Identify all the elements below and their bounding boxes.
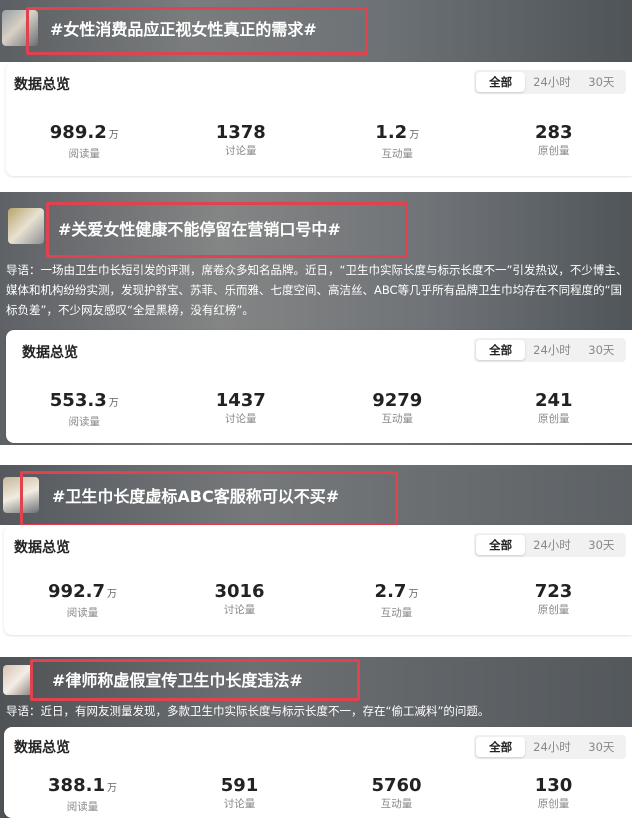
stat-discuss: 1378 讨论量	[163, 122, 320, 161]
original-label: 原创量	[537, 798, 570, 810]
stat-interact: 2.7 万互动量	[318, 581, 475, 620]
stat-original: 241 原创量	[476, 390, 632, 429]
tab-24h[interactable]: 24小时	[527, 70, 576, 94]
discuss-label: 讨论量	[223, 604, 256, 616]
topic-intro: 导语：一场由卫生巾长短引发的评测，席卷众多知名品牌。近日，“卫生巾实际长度与标示…	[6, 263, 628, 317]
topic-panel-2: #关爱女性健康不能停留在营销口号中# 导语：一场由卫生巾长短引发的评测，席卷众多…	[0, 192, 632, 445]
tab-all[interactable]: 全部	[476, 72, 526, 92]
discuss-label: 讨论量	[225, 413, 257, 425]
stats-row: 553.3 万阅读量 1437 讨论量 9279 互动量 241 原创量	[6, 390, 632, 429]
stat-discuss: 3016 讨论量	[161, 581, 318, 620]
stats-row: 989.2 万阅读量 1378 讨论量 1.2 万互动量 283 原创量	[6, 122, 632, 161]
original-label: 原创量	[538, 145, 570, 157]
read-label: 阅读量	[66, 607, 99, 619]
stat-discuss: 591 讨论量	[161, 775, 318, 814]
highlight-box	[30, 659, 360, 701]
read-label: 阅读量	[68, 416, 101, 428]
stat-interact: 5760 互动量	[318, 775, 475, 814]
data-overview-card: 数据总览 全部 24小时 30天 388.1 万阅读量 591 讨论量 5760 互动…	[4, 727, 632, 818]
tab-all[interactable]: 全部	[476, 737, 526, 757]
highlight-box	[26, 7, 368, 55]
card-title: 数据总览	[14, 77, 70, 93]
tab-all[interactable]: 全部	[476, 340, 526, 360]
stat-read: 553.3 万阅读量	[6, 390, 163, 429]
discuss-value: 1378	[215, 122, 266, 143]
interact-label: 互动量	[381, 148, 414, 160]
stats-row: 388.1 万阅读量 591 讨论量 5760 互动量 130 原创量	[4, 775, 632, 814]
read-value: 553.3	[49, 390, 107, 411]
card-title: 数据总览	[22, 345, 78, 361]
discuss-value: 1437	[215, 390, 266, 411]
read-value: 388.1	[48, 775, 105, 796]
tab-24h[interactable]: 24小时	[527, 338, 576, 362]
stat-read: 989.2 万阅读量	[6, 122, 163, 161]
data-overview-card: 数据总览 全部 24小时 30天 553.3 万阅读量 1437 讨论量 9279 互…	[6, 330, 632, 443]
time-range-tabs: 全部 24小时 30天	[474, 533, 626, 557]
topic-panel-1: #女性消费品应正视女性真正的需求# 数据总览 全部 24小时 30天 989.2…	[0, 0, 632, 178]
tab-24h[interactable]: 24小时	[527, 533, 576, 557]
stat-original: 283 原创量	[476, 122, 632, 161]
discuss-value: 3016	[214, 581, 265, 602]
interact-label: 互动量	[381, 413, 414, 425]
original-value: 283	[534, 122, 573, 143]
read-label: 阅读量	[68, 148, 101, 160]
original-label: 原创量	[537, 604, 570, 616]
read-label: 阅读量	[66, 801, 99, 813]
data-overview-card: 数据总览 全部 24小时 30天 989.2 万阅读量 1378 讨论量 1.2 万互…	[6, 62, 632, 176]
topic-panel-3: #卫生巾长度虚标ABC客服称可以不买# 数据总览 全部 24小时 30天 992…	[0, 465, 632, 637]
stat-original: 130 原创量	[475, 775, 632, 814]
stat-read: 388.1 万阅读量	[4, 775, 161, 814]
unit: 万	[108, 398, 119, 409]
original-value: 241	[534, 390, 573, 411]
tab-30d[interactable]: 30天	[577, 735, 626, 759]
unit: 万	[408, 589, 419, 600]
data-overview-card: 数据总览 全部 24小时 30天 992.7 万阅读量 3016 讨论量 2.7 万互…	[4, 525, 632, 635]
unit: 万	[108, 130, 119, 141]
highlight-box	[20, 471, 398, 527]
topic-intro: 导语：近日，有网友测量发现，多款卫生巾实际长度与标示长度不一，存在“偷工减料”的…	[6, 704, 490, 718]
stat-interact: 1.2 万互动量	[319, 122, 476, 161]
card-title: 数据总览	[14, 740, 70, 756]
tab-all[interactable]: 全部	[476, 535, 526, 555]
stats-row: 992.7 万阅读量 3016 讨论量 2.7 万互动量 723 原创量	[4, 581, 632, 620]
original-value: 130	[534, 775, 573, 796]
interact-value: 2.7	[374, 581, 407, 602]
topic-thumbnail[interactable]	[3, 665, 33, 695]
read-value: 989.2	[49, 122, 107, 143]
stat-read: 992.7 万阅读量	[4, 581, 161, 620]
interact-label: 互动量	[380, 798, 413, 810]
card-title: 数据总览	[14, 540, 70, 556]
discuss-value: 591	[220, 775, 259, 796]
original-label: 原创量	[538, 413, 570, 425]
tab-30d[interactable]: 30天	[577, 338, 626, 362]
time-range-tabs: 全部 24小时 30天	[474, 338, 626, 362]
tab-30d[interactable]: 30天	[577, 533, 626, 557]
interact-label: 互动量	[380, 607, 413, 619]
discuss-label: 讨论量	[223, 798, 256, 810]
topic-panel-4: #律师称虚假宣传卫生巾长度违法# 导语：近日，有网友测量发现，多款卫生巾实际长度…	[0, 657, 632, 818]
topic-thumbnail[interactable]	[8, 208, 44, 244]
time-range-tabs: 全部 24小时 30天	[474, 735, 626, 759]
unit: 万	[409, 130, 420, 141]
read-value: 992.7	[48, 581, 105, 602]
unit: 万	[106, 783, 117, 794]
interact-value: 9279	[372, 390, 423, 411]
time-range-tabs: 全部 24小时 30天	[474, 70, 626, 94]
stat-original: 723 原创量	[475, 581, 632, 620]
discuss-label: 讨论量	[225, 145, 257, 157]
interact-value: 1.2	[375, 122, 408, 143]
unit: 万	[106, 589, 117, 600]
highlight-box	[46, 202, 408, 258]
stat-discuss: 1437 讨论量	[163, 390, 320, 429]
stat-interact: 9279 互动量	[319, 390, 476, 429]
tab-30d[interactable]: 30天	[577, 70, 626, 94]
original-value: 723	[534, 581, 573, 602]
tab-24h[interactable]: 24小时	[527, 735, 576, 759]
interact-value: 5760	[371, 775, 422, 796]
